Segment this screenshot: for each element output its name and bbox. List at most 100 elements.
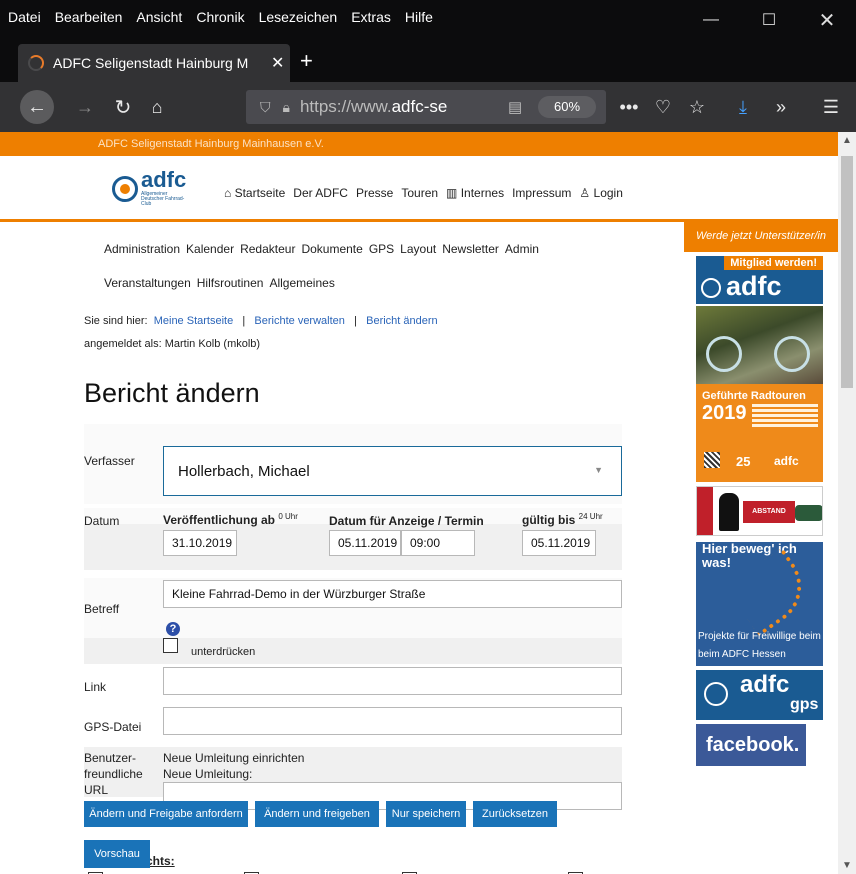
link-label: Link xyxy=(84,680,107,694)
qr-code-icon xyxy=(704,452,720,468)
verfasser-select[interactable]: Hollerbach, Michael ▼ xyxy=(163,446,622,496)
back-icon[interactable]: ← xyxy=(20,90,54,124)
browser-window: Datei Bearbeiten Ansicht Chronik Lesezei… xyxy=(0,0,856,874)
nav-login[interactable]: ♙ Login xyxy=(579,186,622,200)
gps-input[interactable] xyxy=(163,707,622,735)
subnav-admin[interactable]: Admin xyxy=(505,242,539,256)
menu-ansicht[interactable]: Ansicht xyxy=(134,9,184,25)
betreff-input[interactable]: Kleine Fahrrad-Demo in der Würzburger St… xyxy=(163,580,622,608)
subnav-newsletter[interactable]: Newsletter xyxy=(442,242,499,256)
pub-date-input[interactable]: 31.10.2019 xyxy=(163,530,237,556)
sub-nav-2: Veranstaltungen Hilfsroutinen Allgemeine… xyxy=(104,276,335,290)
scroll-up-icon[interactable]: ▲ xyxy=(838,135,856,146)
menu-lesezeichen[interactable]: Lesezeichen xyxy=(257,9,340,25)
cyclist-icon xyxy=(719,493,739,531)
adfc-gps-ad[interactable]: adfc gps xyxy=(696,670,823,720)
termin-time-input[interactable]: 09:00 xyxy=(401,530,475,556)
menu-bar: Datei Bearbeiten Ansicht Chronik Lesezei… xyxy=(0,0,856,40)
menu-datei[interactable]: Datei xyxy=(6,9,43,25)
volunteer-ad[interactable]: Hier beweg' ich was! Projekte für Freiwi… xyxy=(696,542,823,666)
bicycle-photo xyxy=(696,306,823,384)
reload-icon[interactable]: ↻ xyxy=(106,90,140,124)
gueltig-label: gültig bis 24 Uhr xyxy=(522,512,603,527)
zuruecksetzen-button[interactable]: Zurücksetzen xyxy=(473,801,557,827)
tab-title: ADFC Seligenstadt Hainburg M xyxy=(53,55,249,71)
breadcrumb-berichte[interactable]: Berichte verwalten xyxy=(254,315,345,327)
zoom-level[interactable]: 60% xyxy=(538,96,596,118)
new-tab-icon[interactable]: + xyxy=(300,48,313,74)
sub-nav-1: Administration Kalender Redakteur Dokume… xyxy=(104,242,539,256)
car-icon xyxy=(795,505,822,521)
lock-icon[interactable]: 🔒︎ xyxy=(283,99,290,116)
breadcrumb-startseite[interactable]: Meine Startseite xyxy=(154,315,233,327)
nav-der-adfc[interactable]: Der ADFC xyxy=(293,186,348,200)
pocket-icon[interactable]: ♡ xyxy=(646,90,680,124)
nav-presse[interactable]: Presse xyxy=(356,186,393,200)
section-heading: chts: xyxy=(146,854,175,868)
download-icon[interactable]: ⤓ xyxy=(726,90,760,124)
gps-label: GPS-Datei xyxy=(84,720,142,734)
nav-bar: ← → ↻ ⌂ ⛉ 🔒︎ https://www.adfc-se ▤ 60% •… xyxy=(0,82,856,132)
home-icon[interactable]: ⌂ xyxy=(140,90,174,124)
supporter-banner[interactable]: Werde jetzt Unterstützer/in xyxy=(684,220,838,252)
subnav-layout[interactable]: Layout xyxy=(400,242,436,256)
verfasser-label: Verfasser xyxy=(84,454,135,468)
subnav-hilfsroutinen[interactable]: Hilfsroutinen xyxy=(197,276,264,290)
menu-bearbeiten[interactable]: Bearbeiten xyxy=(53,9,125,25)
url-bar[interactable]: ⛉ 🔒︎ https://www.adfc-se ▤ 60% xyxy=(246,90,606,124)
site-topbar: ADFC Seligenstadt Hainburg Mainhausen e.… xyxy=(0,132,838,156)
main-nav: ⌂ Startseite Der ADFC Presse Touren ▥ In… xyxy=(224,186,623,200)
freigabe-anfordern-button[interactable]: Ändern und Freigabe anfordern xyxy=(84,801,248,827)
pub-date-label: Veröffentlichung ab 0 Uhr xyxy=(163,512,298,527)
url-label: Benutzer-freundliche URL xyxy=(84,751,143,797)
abstand-ad[interactable]: ABSTAND xyxy=(696,486,823,536)
betreff-label: Betreff xyxy=(84,602,120,616)
link-input[interactable] xyxy=(163,667,622,695)
freigeben-button[interactable]: Ändern und freigeben xyxy=(255,801,379,827)
help-icon[interactable]: ? xyxy=(166,622,180,636)
scrollbar-thumb[interactable] xyxy=(841,156,853,388)
tab-bar: ADFC Seligenstadt Hainburg M ✕ xyxy=(0,40,856,82)
subnav-gps[interactable]: GPS xyxy=(369,242,394,256)
gueltig-input[interactable]: 05.11.2019 xyxy=(522,530,596,556)
unterdruecken-label: unterdrücken xyxy=(191,646,256,658)
subnav-allgemeines[interactable]: Allgemeines xyxy=(269,276,334,290)
subnav-redakteur[interactable]: Redakteur xyxy=(240,242,295,256)
menu-extras[interactable]: Extras xyxy=(349,9,393,25)
termin-date-input[interactable]: 05.11.2019 xyxy=(329,530,401,556)
tours-ad[interactable]: Geführte Radtouren 2019 25 adfc xyxy=(696,306,823,482)
shield-icon[interactable]: ⛉ xyxy=(260,99,271,116)
menu-hilfe[interactable]: Hilfe xyxy=(403,9,435,25)
subnav-administration[interactable]: Administration xyxy=(104,242,180,256)
vorschau-button[interactable]: Vorschau xyxy=(84,840,150,868)
overflow-chevron-icon[interactable]: » xyxy=(764,90,798,124)
subnav-dokumente[interactable]: Dokumente xyxy=(301,242,362,256)
minimize-icon[interactable]: — xyxy=(682,0,740,40)
breadcrumb-bericht-aendern[interactable]: Bericht ändern xyxy=(366,315,438,327)
close-window-icon[interactable]: ✕ xyxy=(798,0,856,40)
more-icon[interactable]: ••• xyxy=(612,90,646,124)
nav-impressum[interactable]: Impressum xyxy=(512,186,571,200)
tab-adfc[interactable]: ADFC Seligenstadt Hainburg M ✕ xyxy=(18,44,290,82)
nav-touren[interactable]: Touren xyxy=(401,186,438,200)
subnav-kalender[interactable]: Kalender xyxy=(186,242,234,256)
dropdown-arrow-icon: ▼ xyxy=(594,465,603,475)
close-tab-icon[interactable]: ✕ xyxy=(271,53,284,73)
subnav-veranstaltungen[interactable]: Veranstaltungen xyxy=(104,276,191,290)
bookmark-star-icon[interactable]: ☆ xyxy=(680,90,714,124)
menu-chronik[interactable]: Chronik xyxy=(194,9,246,25)
logged-in-info: angemeldet als: Martin Kolb (mkolb) xyxy=(84,338,261,350)
unterdruecken-checkbox[interactable] xyxy=(163,638,178,653)
forward-icon[interactable]: → xyxy=(68,90,102,124)
hamburger-menu-icon[interactable]: ☰ xyxy=(814,90,848,124)
speichern-button[interactable]: Nur speichern xyxy=(386,801,466,827)
home-icon: ⌂ xyxy=(224,186,235,200)
scroll-down-icon[interactable]: ▼ xyxy=(838,860,856,871)
nav-startseite[interactable]: ⌂ Startseite xyxy=(224,186,285,200)
reader-view-icon[interactable]: ▤ xyxy=(508,98,522,116)
nav-internes[interactable]: ▥ Internes xyxy=(446,186,504,200)
page-scrollbar[interactable]: ▲ ▼ xyxy=(838,132,856,874)
maximize-icon[interactable]: ☐ xyxy=(740,0,798,40)
member-ad[interactable]: Mitglied werden! adfc xyxy=(696,256,823,304)
facebook-link[interactable]: facebook. xyxy=(696,724,806,766)
